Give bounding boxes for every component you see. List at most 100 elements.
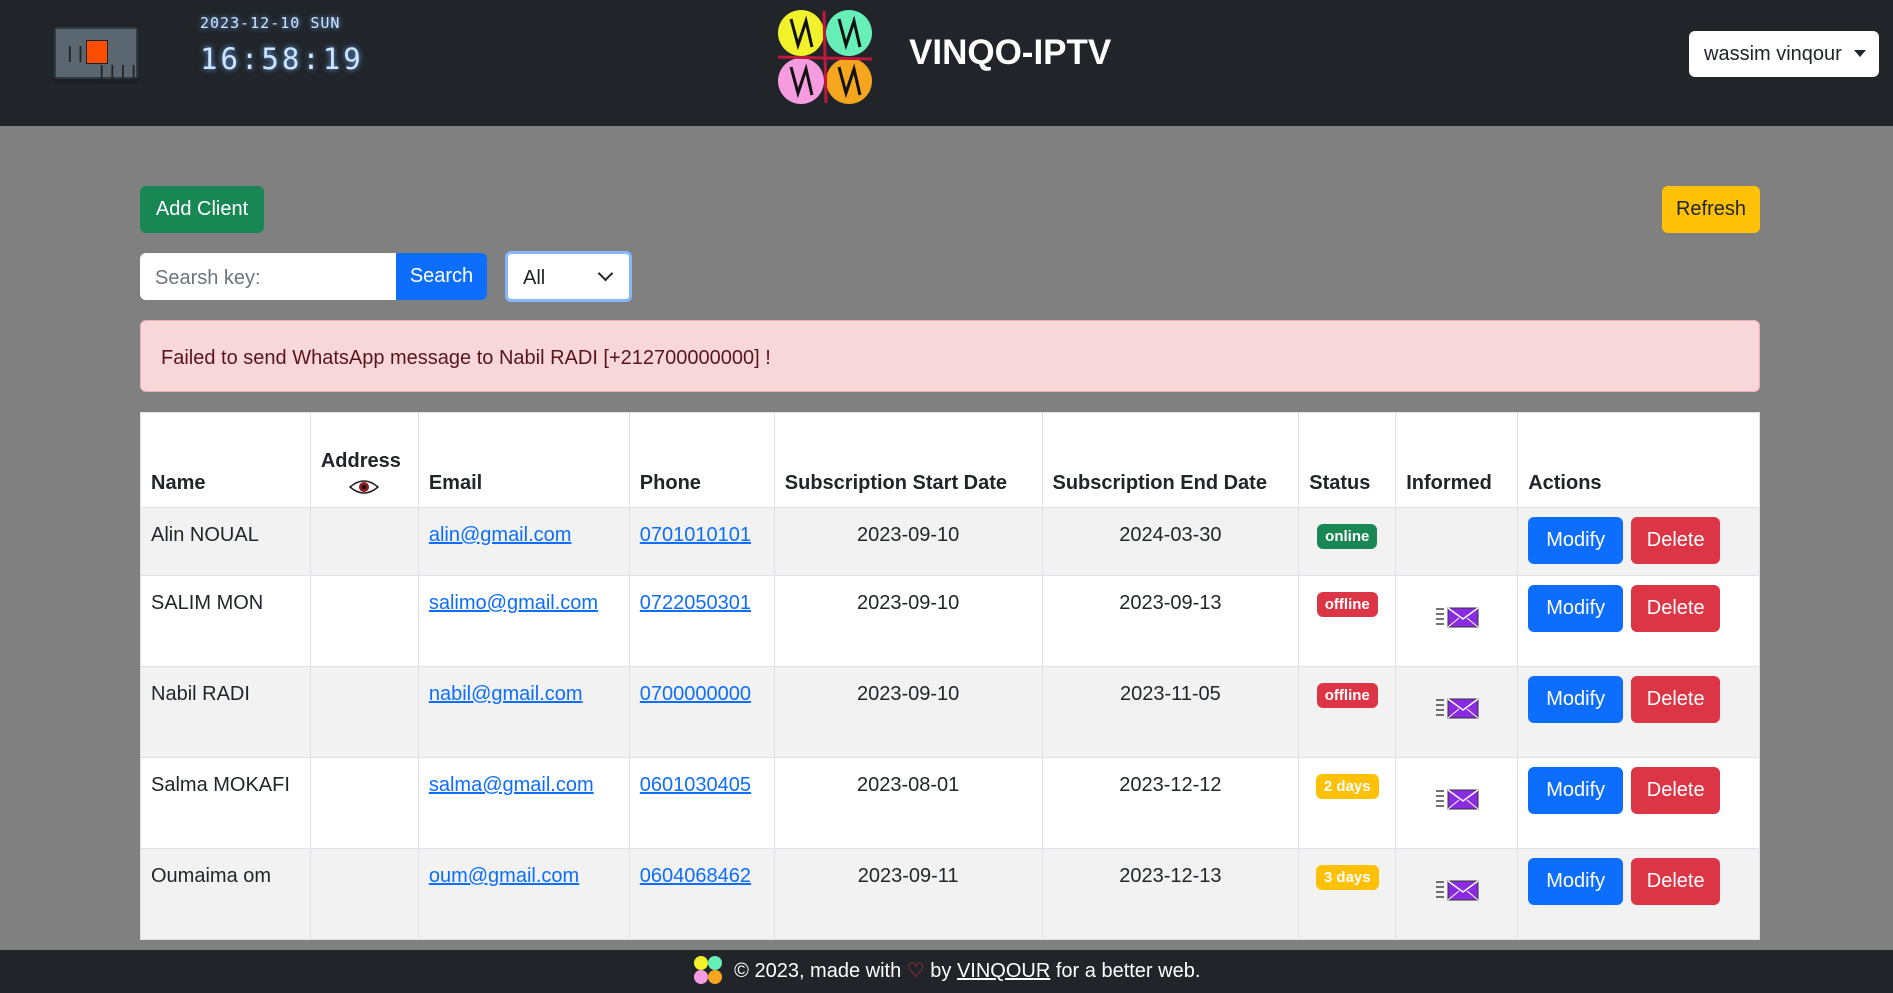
envelope-icon[interactable] [1435,879,1479,907]
email-link[interactable]: salimo@gmail.com [429,592,598,614]
client-actions: Modify Delete [1517,848,1760,940]
client-email: alin@gmail.com [417,507,630,576]
column-header-status: Status [1298,412,1397,508]
end-date: 2023-12-13 [1041,848,1300,940]
client-actions: Modify Delete [1517,575,1760,667]
column-header-address: Address [309,412,419,508]
client-address [309,575,419,667]
refresh-button[interactable]: Refresh [1662,186,1760,233]
client-name: Oumaima om [140,848,311,940]
client-email: nabil@gmail.com [417,666,630,758]
table-row: Alin NOUAL alin@gmail.com 0701010101 2023-0… [140,507,1760,576]
client-informed [1395,507,1519,576]
status-filter-value: All [523,267,546,289]
footer: © 2023, made with ♡ by VINQOUR for a bet… [0,950,1893,993]
email-link[interactable]: nabil@gmail.com [429,683,583,705]
status-badge: offline [1316,592,1378,617]
tv-icon[interactable]: |||| |||| [54,27,138,81]
clock: 2023-12-10 SUN 16:58:19 [200,14,364,76]
start-date: 2023-09-10 [773,507,1043,576]
client-name: Nabil RADI [140,666,311,758]
phone-link[interactable]: 0701010101 [640,524,751,546]
client-status: 3 days [1298,848,1397,940]
modify-button[interactable]: Modify [1528,858,1624,905]
email-link[interactable]: salma@gmail.com [429,774,594,796]
client-phone: 0701010101 [628,507,775,576]
email-link[interactable]: oum@gmail.com [429,865,579,887]
navbar: |||| |||| 2023-12-10 SUN 16:58:19 VINQO-… [0,0,1893,126]
eye-icon[interactable] [349,479,380,495]
client-actions: Modify Delete [1517,507,1760,576]
end-date: 2024-03-30 [1041,507,1300,576]
envelope-icon[interactable] [1435,788,1479,816]
end-date: 2023-11-05 [1041,666,1300,758]
end-date: 2023-12-12 [1041,757,1300,849]
column-header-phone: Phone [628,412,775,508]
client-address [309,757,419,849]
address-header-label: Address [320,450,401,472]
footer-suffix: for a better web. [1055,960,1201,982]
column-header-email: Email [417,412,630,508]
client-name: Alin NOUAL [140,507,311,576]
table-row: Salma MOKAFI salma@gmail.com 0601030405 202… [140,757,1760,849]
client-status: online [1298,507,1397,576]
user-name: wassim vinqour [1704,43,1842,65]
email-link[interactable]: alin@gmail.com [429,524,572,546]
client-phone: 0601030405 [628,757,775,849]
client-email: salma@gmail.com [417,757,630,849]
delete-button[interactable]: Delete [1631,676,1721,723]
error-alert: Failed to send WhatsApp message to Nabil… [140,320,1760,392]
start-date: 2023-09-11 [773,848,1043,940]
search-button[interactable]: Search [396,253,487,300]
modify-button[interactable]: Modify [1528,517,1624,564]
client-actions: Modify Delete [1517,757,1760,849]
status-badge: online [1317,524,1378,549]
client-status: offline [1298,575,1397,667]
table-row: Nabil RADI nabil@gmail.com 0700000000 2023-… [140,666,1760,758]
add-client-button[interactable]: Add Client [140,186,264,233]
clock-date: 2023-12-10 SUN [200,14,341,32]
delete-button[interactable]: Delete [1631,767,1721,814]
footer-copyright: © 2023, made with [734,960,902,982]
column-header-name: Name [140,412,311,508]
column-header-informed: Informed [1395,412,1519,508]
search-input[interactable]: Searsh key: [140,253,396,300]
caret-down-icon [1854,50,1866,57]
modify-button[interactable]: Modify [1528,767,1624,814]
delete-button[interactable]: Delete [1631,585,1721,632]
clock-time: 16:58:19 [200,42,364,76]
status-badge: 3 days [1315,865,1379,890]
alert-message: Failed to send WhatsApp message to Nabil… [161,347,771,369]
client-name: Salma MOKAFI [140,757,311,849]
table-row: SALIM MON salimo@gmail.com 0722050301 2023-… [140,575,1760,667]
client-informed [1395,848,1519,940]
delete-button[interactable]: Delete [1631,858,1721,905]
phone-link[interactable]: 0700000000 [640,683,751,705]
logo-icon [693,955,722,984]
envelope-icon[interactable] [1435,606,1479,634]
status-filter-select[interactable]: All [505,251,632,302]
modify-button[interactable]: Modify [1528,585,1624,632]
logo-icon[interactable] [776,9,874,105]
modify-button[interactable]: Modify [1528,676,1624,723]
phone-link[interactable]: 0722050301 [640,592,751,614]
client-email: salimo@gmail.com [417,575,630,667]
user-menu-button[interactable]: wassim vinqour [1689,31,1879,77]
delete-button[interactable]: Delete [1631,517,1721,564]
author-link[interactable]: VINQOUR [957,960,1050,982]
client-informed [1395,666,1519,758]
column-header-actions: Actions [1517,412,1760,508]
client-actions: Modify Delete [1517,666,1760,758]
envelope-icon[interactable] [1435,697,1479,725]
column-header-start-date: Subscription Start Date [773,412,1043,508]
client-phone: 0604068462 [628,848,775,940]
client-address [309,507,419,576]
client-name: SALIM MON [140,575,311,667]
clients-table: Name Address Email Phone Subscription St… [140,412,1760,940]
phone-link[interactable]: 0601030405 [640,774,751,796]
client-phone: 0700000000 [628,666,775,758]
phone-link[interactable]: 0604068462 [640,865,751,887]
start-date: 2023-09-10 [773,575,1043,667]
start-date: 2023-09-10 [773,666,1043,758]
heart-icon: ♡ [906,960,925,982]
